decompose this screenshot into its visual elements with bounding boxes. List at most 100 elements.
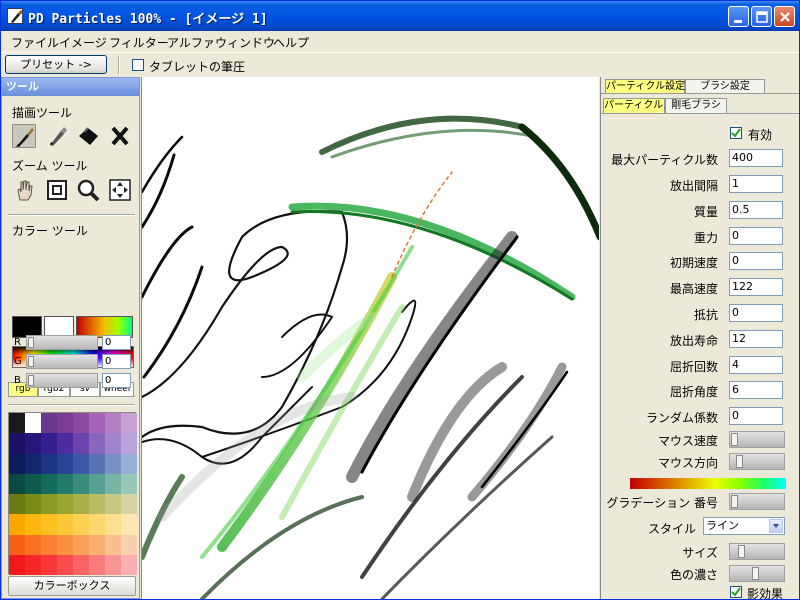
- palette-swatch[interactable]: [41, 494, 57, 515]
- palette-swatch[interactable]: [9, 534, 25, 555]
- palette-swatch[interactable]: [41, 554, 57, 575]
- palette-swatch[interactable]: [9, 453, 25, 474]
- enabled-checkbox[interactable]: [730, 127, 742, 139]
- palette-swatch[interactable]: [73, 514, 89, 535]
- menu-alpha[interactable]: アルファ: [167, 34, 215, 51]
- tab-particles[interactable]: パーティクルス: [603, 98, 673, 113]
- palette-swatch[interactable]: [57, 453, 73, 474]
- palette-swatch[interactable]: [41, 453, 57, 474]
- palette-swatch[interactable]: [25, 473, 41, 494]
- emit-interval-input[interactable]: 1: [729, 175, 783, 193]
- palette-swatch[interactable]: [105, 453, 121, 474]
- gradient-number-thumb[interactable]: [731, 495, 738, 508]
- close-button[interactable]: [774, 6, 795, 27]
- palette-swatch[interactable]: [105, 534, 121, 555]
- palette-swatch[interactable]: [121, 433, 137, 454]
- palette-swatch[interactable]: [89, 494, 105, 515]
- shadow-checkbox[interactable]: [730, 586, 742, 598]
- palette-swatch[interactable]: [25, 453, 41, 474]
- palette-swatch[interactable]: [73, 494, 89, 515]
- palette-swatch[interactable]: [25, 534, 41, 555]
- size-slider[interactable]: [729, 543, 785, 560]
- chevron-down-icon[interactable]: [769, 519, 783, 533]
- palette-swatch[interactable]: [89, 413, 105, 434]
- palette-swatch[interactable]: [89, 514, 105, 535]
- emit-life-input[interactable]: 12: [729, 330, 783, 348]
- palette-swatch[interactable]: [9, 433, 25, 454]
- color-density-thumb[interactable]: [751, 567, 759, 580]
- g-slider[interactable]: [26, 354, 98, 369]
- palette-swatch[interactable]: [105, 433, 121, 454]
- palette-swatch[interactable]: [89, 433, 105, 454]
- menu-window[interactable]: ウィンドウ: [215, 34, 275, 51]
- gradient-number-slider[interactable]: [729, 493, 785, 510]
- pen-icon[interactable]: [45, 124, 69, 148]
- zoom-icon[interactable]: [76, 178, 100, 202]
- palette-swatch[interactable]: [57, 433, 73, 454]
- mouse-speed-thumb[interactable]: [731, 433, 738, 446]
- palette-swatch[interactable]: [73, 453, 89, 474]
- r-slider[interactable]: [26, 335, 98, 350]
- resistance-input[interactable]: 0: [729, 304, 783, 322]
- b-slider[interactable]: [26, 373, 98, 388]
- palette-swatch[interactable]: [105, 554, 121, 575]
- palette-swatch[interactable]: [105, 473, 121, 494]
- menu-file[interactable]: ファイル: [11, 34, 59, 51]
- mouse-direction-slider[interactable]: [729, 453, 785, 470]
- random-factor-input[interactable]: 0: [729, 407, 783, 425]
- b-value-input[interactable]: 0: [102, 373, 131, 388]
- palette-swatch[interactable]: [41, 413, 57, 434]
- palette-swatch[interactable]: [25, 433, 41, 454]
- gravity-input[interactable]: 0: [729, 227, 783, 245]
- palette-swatch[interactable]: [57, 413, 73, 434]
- color-density-slider[interactable]: [729, 565, 785, 582]
- palette-swatch[interactable]: [25, 554, 41, 575]
- mouse-direction-thumb[interactable]: [735, 455, 743, 468]
- palette-swatch[interactable]: [121, 514, 137, 535]
- palette-swatch[interactable]: [9, 413, 25, 434]
- r-slider-thumb[interactable]: [28, 337, 34, 348]
- eraser-icon[interactable]: [108, 124, 132, 148]
- palette-swatch[interactable]: [57, 534, 73, 555]
- tool-panel-header[interactable]: ツール: [2, 78, 139, 96]
- fit-frame-icon[interactable]: [45, 178, 69, 202]
- palette-swatch[interactable]: [41, 473, 57, 494]
- refraction-angle-input[interactable]: 6: [729, 381, 783, 399]
- palette-swatch[interactable]: [41, 433, 57, 454]
- color-box-button[interactable]: カラーボックス: [8, 576, 136, 596]
- palette-swatch[interactable]: [121, 473, 137, 494]
- b-slider-thumb[interactable]: [28, 375, 34, 386]
- palette-swatch[interactable]: [121, 453, 137, 474]
- palette-swatch[interactable]: [57, 514, 73, 535]
- mass-input[interactable]: 0.5: [729, 201, 783, 219]
- title-bar[interactable]: PD Particles 100% - [イメージ 1]: [1, 1, 799, 31]
- refraction-count-input[interactable]: 4: [729, 356, 783, 374]
- palette-swatch[interactable]: [121, 554, 137, 575]
- menu-filter[interactable]: フィルター: [109, 34, 169, 51]
- tab-brush-settings[interactable]: ブラシ設定: [685, 79, 765, 94]
- palette-swatch[interactable]: [73, 433, 89, 454]
- g-value-input[interactable]: 0: [102, 354, 131, 369]
- palette-swatch[interactable]: [41, 534, 57, 555]
- brush-icon[interactable]: [12, 124, 36, 148]
- palette-swatch[interactable]: [73, 473, 89, 494]
- palette-swatch[interactable]: [57, 554, 73, 575]
- minimize-button[interactable]: [728, 6, 749, 27]
- preset-button[interactable]: プリセット ->: [5, 55, 107, 74]
- palette-swatch[interactable]: [25, 514, 41, 535]
- palette-swatch[interactable]: [25, 494, 41, 515]
- drawing-canvas[interactable]: [141, 77, 599, 599]
- palette-swatch[interactable]: [121, 413, 137, 434]
- palette-swatch[interactable]: [89, 453, 105, 474]
- initial-speed-input[interactable]: 0: [729, 252, 783, 270]
- tab-bristle-brush[interactable]: 剛毛ブラシ: [665, 98, 727, 113]
- g-slider-thumb[interactable]: [28, 356, 34, 367]
- palette-swatch[interactable]: [9, 554, 25, 575]
- palette-swatch[interactable]: [73, 554, 89, 575]
- palette-swatch[interactable]: [89, 473, 105, 494]
- brush-app-icon[interactable]: [7, 8, 23, 24]
- max-particles-input[interactable]: 400: [729, 149, 783, 167]
- palette-swatch[interactable]: [105, 514, 121, 535]
- style-dropdown[interactable]: ライン: [703, 517, 785, 535]
- tab-particle-settings[interactable]: パーティクル設定: [605, 79, 685, 94]
